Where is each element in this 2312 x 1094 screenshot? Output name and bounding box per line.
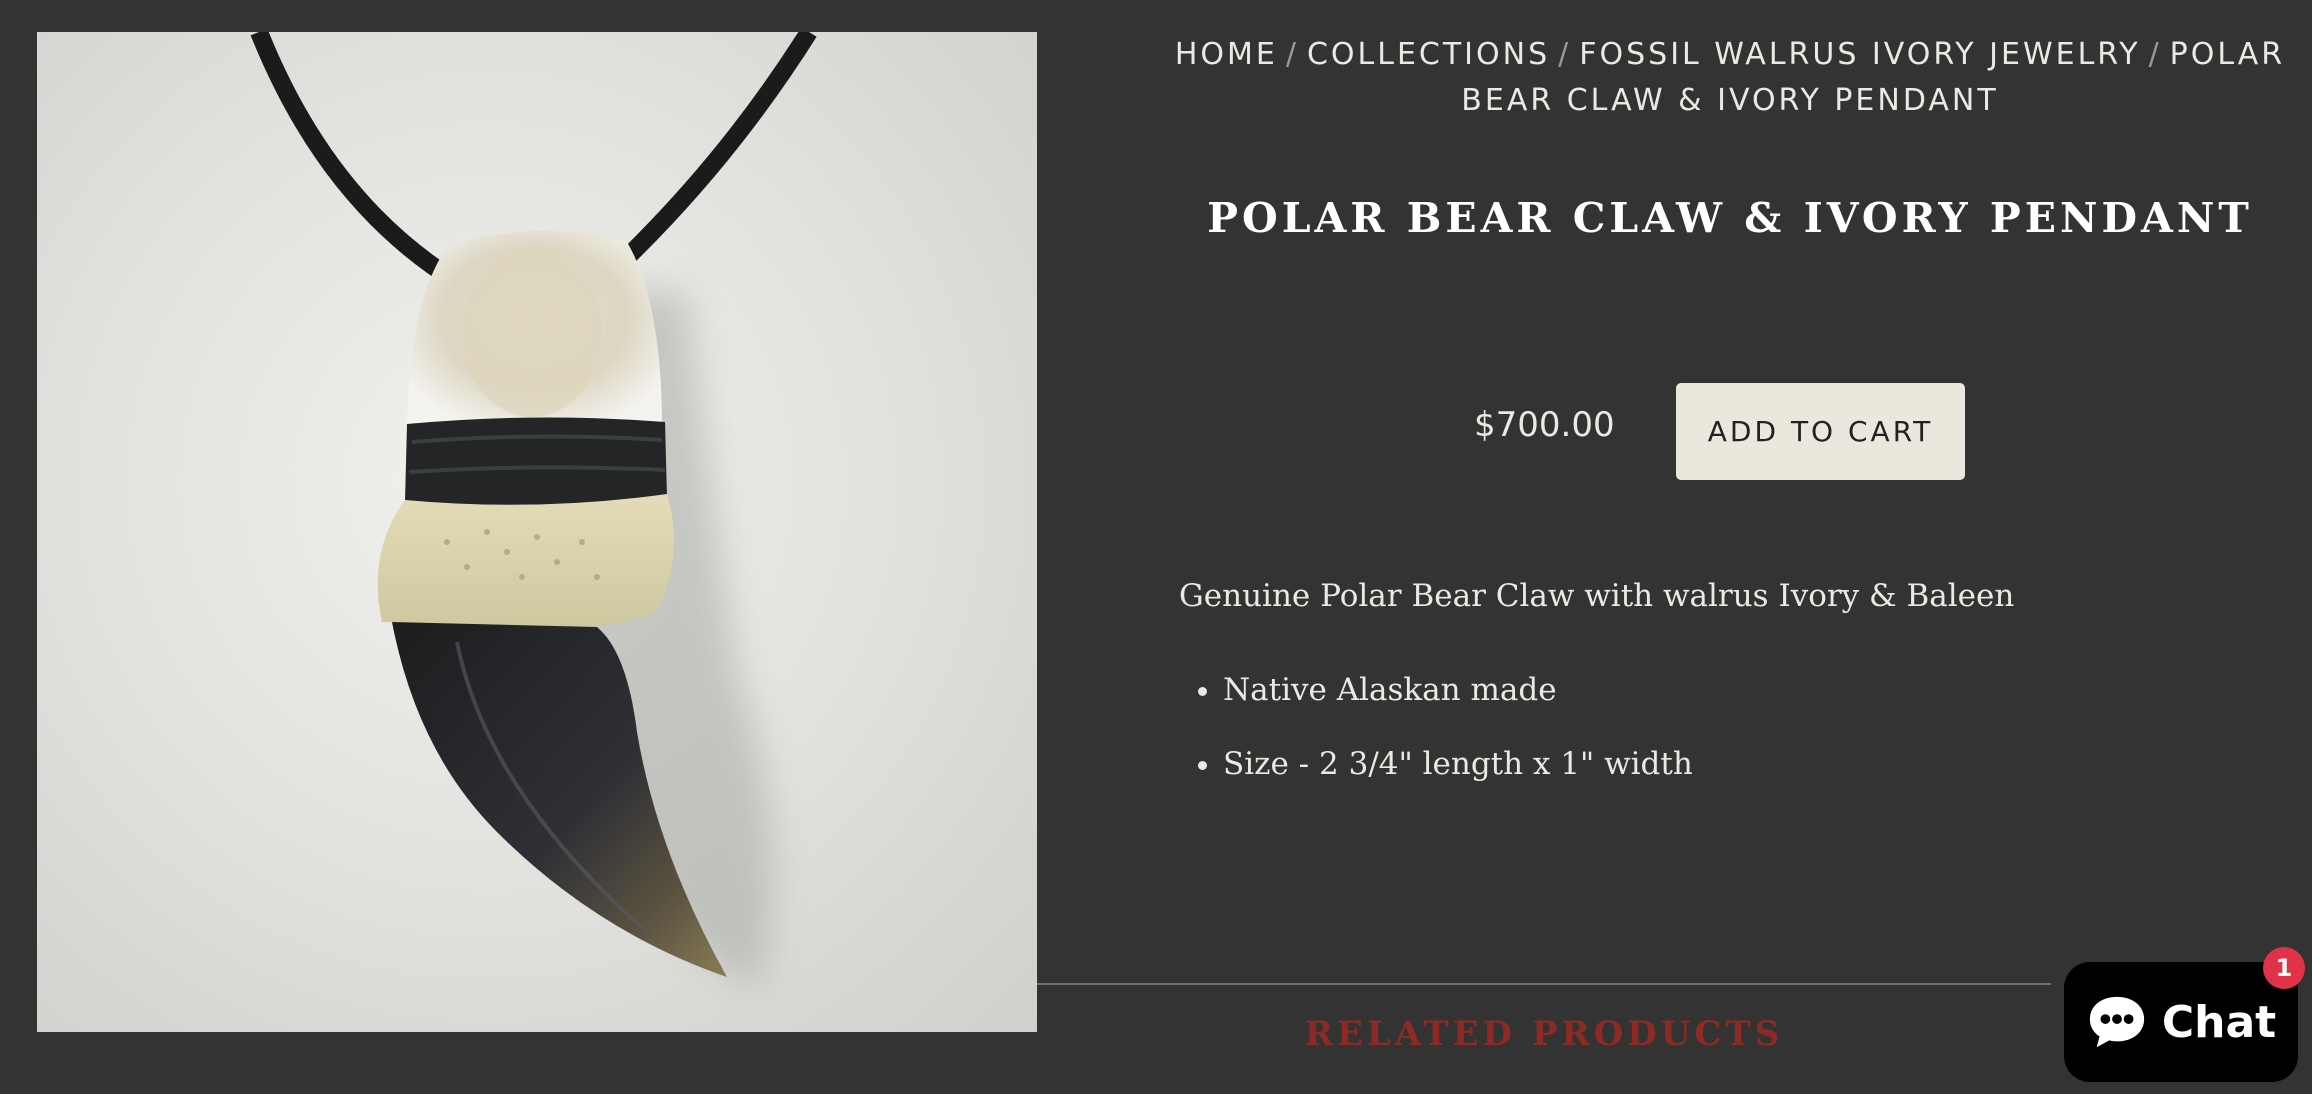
related-products-title: RELATED PRODUCTS	[1304, 1014, 1784, 1054]
add-to-cart-button[interactable]: ADD TO CART	[1676, 383, 1965, 480]
breadcrumb-separator: /	[2148, 37, 2162, 72]
pendant-photo	[250, 32, 817, 992]
breadcrumb-fossil-walrus-ivory-jewelry[interactable]: FOSSIL WALRUS IVORY JEWELRY	[1579, 37, 2140, 72]
description-bullet: Native Alaskan made	[1223, 667, 2239, 713]
chat-notification-badge: 1	[2263, 947, 2305, 989]
section-divider	[1037, 983, 2051, 985]
breadcrumb-collections[interactable]: COLLECTIONS	[1307, 37, 1550, 72]
chat-bubble-icon	[2086, 991, 2148, 1053]
description-intro: Genuine Polar Bear Claw with walrus Ivor…	[1179, 578, 2015, 614]
breadcrumb-home[interactable]: HOME	[1175, 37, 1278, 72]
product-image[interactable]	[37, 32, 1037, 1032]
description-list: Native Alaskan made Size - 2 3/4" length…	[1179, 667, 2239, 787]
product-price: $700.00	[1474, 405, 1615, 445]
breadcrumb-separator: /	[1558, 37, 1572, 72]
breadcrumb: HOME / COLLECTIONS / FOSSIL WALRUS IVORY JEW…	[1150, 32, 2310, 124]
description-bullet: Size - 2 3/4" length x 1" width	[1223, 741, 2239, 787]
chat-button[interactable]: Chat	[2064, 962, 2298, 1082]
product-description: Genuine Polar Bear Claw with walrus Ivor…	[1179, 573, 2239, 815]
breadcrumb-separator: /	[1285, 37, 1299, 72]
chat-label: Chat	[2161, 996, 2277, 1048]
product-title: POLAR BEAR CLAW & IVORY PENDANT	[1207, 194, 2253, 242]
